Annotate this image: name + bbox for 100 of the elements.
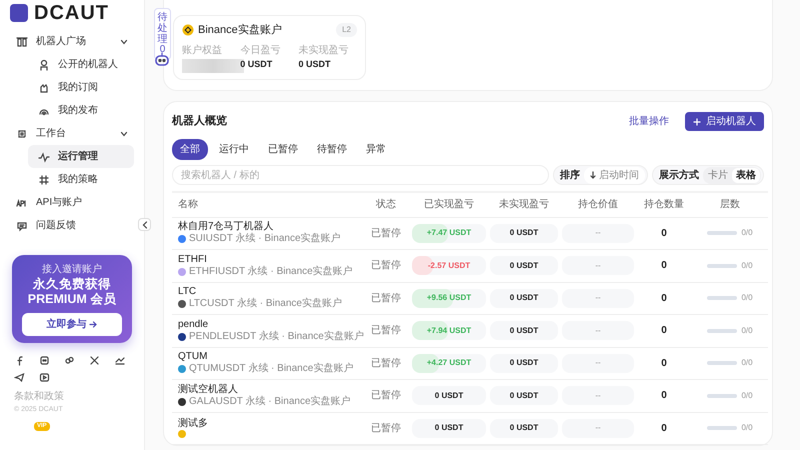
unrealized-pnl: 0 USDT	[490, 418, 558, 438]
logo-icon	[10, 4, 28, 22]
pnl-value: 0 USDT	[434, 390, 464, 402]
unrealized-pnl: 0 USDT	[490, 288, 558, 308]
column-header: 名称	[172, 192, 362, 217]
join-button[interactable]: 立即参与	[22, 313, 122, 336]
symbol-text: LTCUSDT 永续 · Binance实盘账户	[189, 298, 342, 310]
position-quantity: 0	[636, 250, 692, 282]
sidebar-item[interactable]: 我的订阅	[28, 76, 134, 99]
pending-count: 0	[158, 45, 166, 56]
view-option[interactable]: 卡片	[704, 168, 732, 182]
grid-icon	[38, 174, 50, 186]
filter-tab[interactable]: 运行中	[211, 139, 257, 160]
arrow-down-icon	[590, 171, 596, 179]
promo-title: PREMIUM 会员	[26, 292, 118, 307]
status-text: 已暂停	[362, 282, 410, 314]
exchange-logo-icon	[182, 24, 194, 36]
sidebar-item[interactable]: 问题反馈	[10, 214, 134, 237]
robot-name[interactable]: 测试多	[178, 418, 360, 430]
position-value: --	[562, 354, 634, 373]
batch-button[interactable]: 批量操作	[623, 113, 675, 130]
position-quantity: 0	[636, 347, 692, 380]
pnl-value: 0 USDT	[434, 422, 464, 434]
pnl-value: +7.47 USDT	[426, 227, 472, 240]
sidebar-item[interactable]: 我的策略	[28, 168, 134, 191]
robot-name[interactable]: ETHFI	[178, 254, 360, 266]
filter-tab[interactable]: 全部	[172, 139, 208, 160]
sidebar-item[interactable]: 机器人广场	[10, 30, 134, 53]
chevron-icon[interactable]	[120, 38, 128, 44]
filter-tab[interactable]: 待暂停	[309, 139, 355, 160]
position-value: --	[562, 288, 634, 308]
status-text: 已暂停	[362, 412, 410, 444]
status-text: 已暂停	[362, 380, 410, 412]
robot-icon	[38, 58, 50, 70]
pnl-value: +9.56 USDT	[426, 292, 472, 304]
pnl-value: +4.27 USDT	[426, 357, 472, 370]
pending-badge[interactable]: 待处理 0	[154, 8, 171, 60]
unrealized-pnl: 0 USDT	[490, 354, 558, 373]
link-icon[interactable]	[64, 355, 75, 366]
filter-tab[interactable]: 异常	[358, 139, 394, 160]
robot-name[interactable]: 测试空机器人	[178, 384, 360, 396]
account-card[interactable]: Binance实盘账户 L2 账户权益 今日盈亏 0 USDT 未实现盈亏 0 USDT	[173, 15, 366, 80]
chevron-icon[interactable]	[120, 130, 128, 136]
position-value: --	[562, 418, 634, 438]
tier-badge: L2	[336, 23, 357, 38]
position-quantity: 0	[636, 412, 692, 444]
metric-label: 未实现盈亏	[298, 44, 350, 58]
status-text: 已暂停	[362, 250, 410, 282]
robot-name[interactable]: 林自用7仓马丁机器人	[178, 221, 360, 234]
send-icon[interactable]	[14, 372, 25, 383]
play-icon[interactable]	[39, 372, 50, 383]
start-robot-button[interactable]: 启动机器人	[685, 112, 764, 131]
robot-name[interactable]: pendle	[178, 318, 360, 331]
view-option[interactable]: 表格	[732, 168, 760, 182]
robots-icon	[16, 36, 28, 48]
position-value: --	[562, 321, 634, 340]
metric-label: 账户权益	[182, 44, 223, 58]
filter-tab[interactable]: 已暂停	[260, 139, 306, 160]
position-quantity: 0	[636, 282, 692, 314]
layer-count: 0/0	[741, 227, 753, 240]
position-value: --	[562, 386, 634, 406]
sidebar-item[interactable]: API与账户	[10, 191, 134, 214]
position-quantity: 0	[636, 314, 692, 347]
sort-control[interactable]: 排序 启动时间	[553, 165, 648, 185]
sidebar-item[interactable]: 公开的机器人	[28, 53, 134, 76]
sidebar-item[interactable]: 工作台	[10, 122, 134, 145]
account-name: Binance实盘账户	[198, 22, 282, 38]
search-field[interactable]: 搜索机器人 / 标的	[172, 165, 549, 185]
chart-icon[interactable]	[114, 355, 125, 366]
blurred-value	[182, 58, 244, 72]
robot-icon	[154, 52, 170, 66]
sidebar-item[interactable]: 我的发布	[28, 99, 134, 122]
robot-name[interactable]: LTC	[178, 286, 360, 298]
pnl-value: -2.57 USDT	[428, 260, 470, 272]
layer-count: 0/0	[741, 422, 753, 434]
layer-count: 0/0	[741, 357, 753, 370]
metric-label: 今日盈亏	[240, 44, 282, 58]
api-icon	[16, 196, 28, 208]
status-text: 已暂停	[362, 347, 410, 380]
chat-icon	[16, 220, 28, 232]
arrow-right-icon	[89, 320, 98, 328]
position-value: --	[562, 224, 634, 243]
metric-value: 0 USDT	[298, 58, 332, 70]
layer-count: 0/0	[741, 292, 753, 304]
sort-value[interactable]: 启动时间	[584, 166, 645, 184]
sidebar-item[interactable]: 运行管理	[28, 145, 134, 168]
position-quantity: 0	[636, 217, 692, 250]
status-text: 已暂停	[362, 314, 410, 347]
layer-count: 0/0	[741, 260, 753, 272]
column-header: 未实现盈亏	[488, 192, 560, 217]
position-value: --	[562, 256, 634, 276]
collapse-button[interactable]	[138, 218, 151, 231]
promo-title: 永久免费获得	[32, 277, 112, 292]
hand-icon	[38, 82, 50, 94]
symbol-text: GALAUSDT 永续 · Binance实盘账户	[189, 396, 351, 408]
pulse-icon	[38, 150, 50, 162]
robot-name[interactable]: QTUM	[178, 351, 360, 364]
chevron-left-icon	[142, 220, 148, 228]
position-quantity: 0	[636, 380, 692, 412]
symbol-text: ETHFIUSDT 永续 · Binance实盘账户	[189, 266, 353, 278]
